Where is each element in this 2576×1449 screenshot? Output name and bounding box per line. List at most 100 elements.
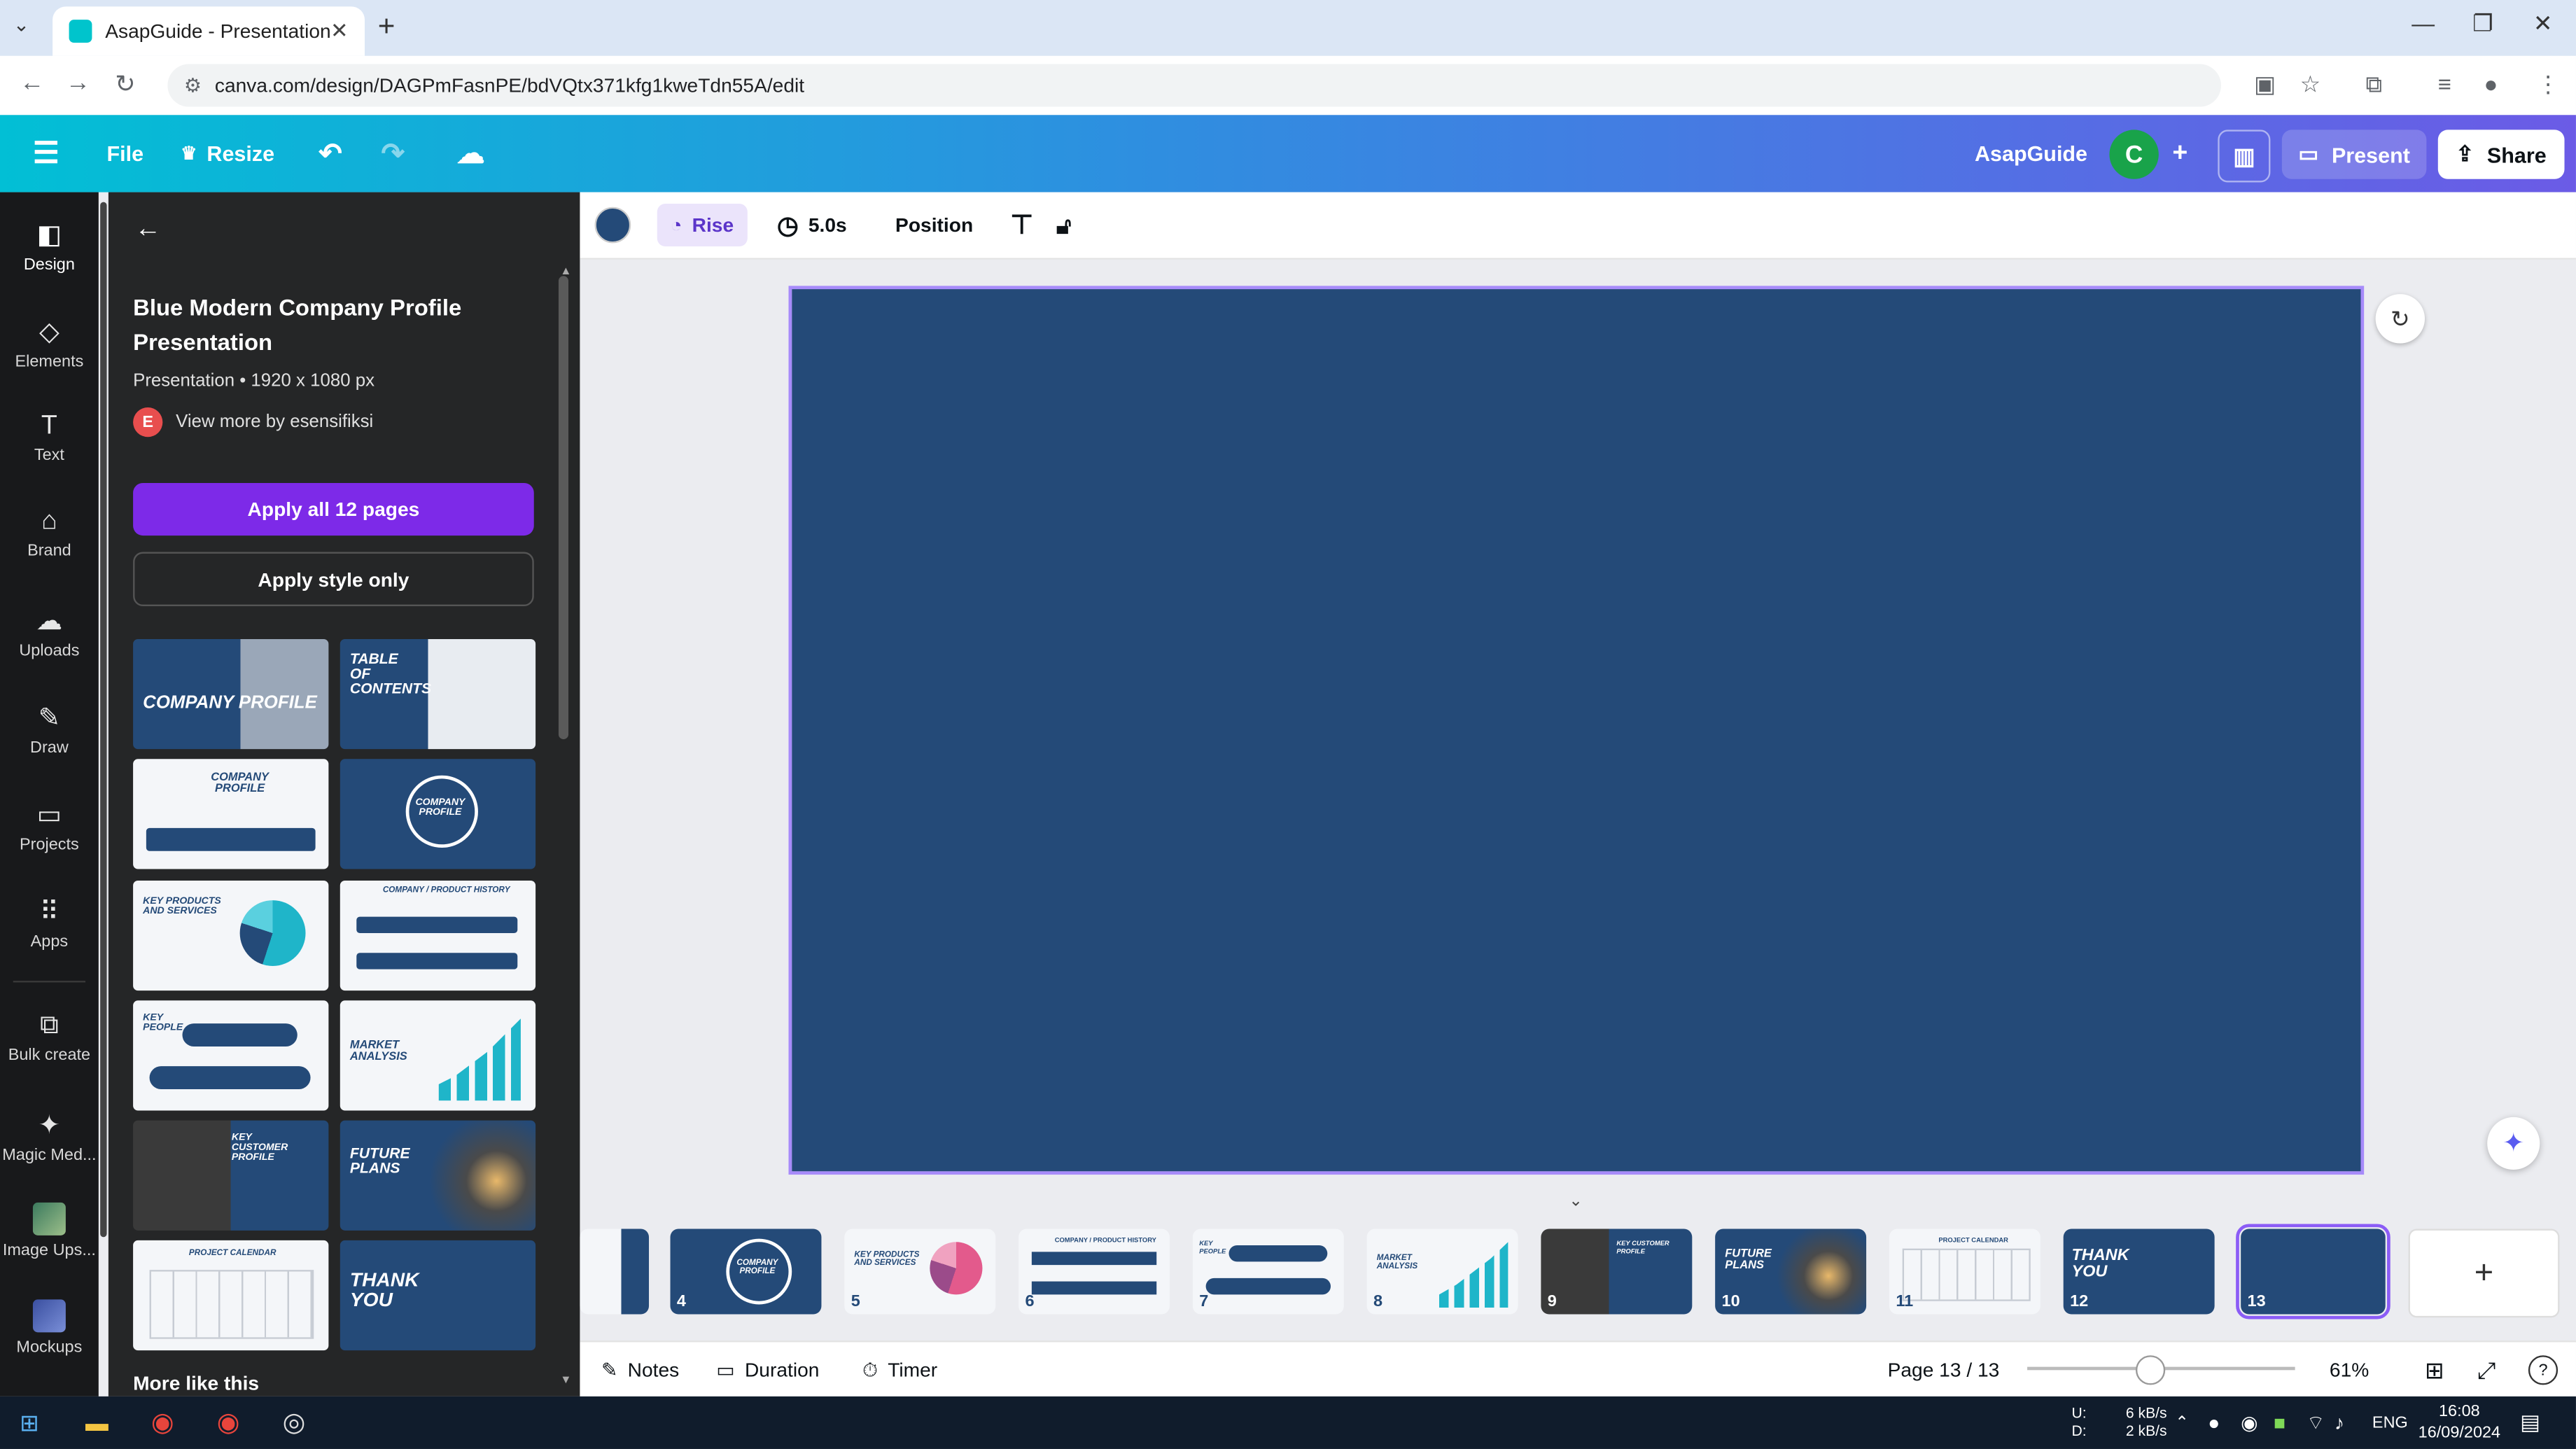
panel-scrollbar[interactable] (558, 276, 569, 740)
template-page-12[interactable]: THANK YOU (340, 1240, 536, 1351)
template-page-3[interactable]: COMPANY PROFILE (133, 759, 329, 869)
copy-style-icon[interactable]: ⊤ (1010, 192, 1033, 258)
page-thumb-11[interactable]: PROJECT CALENDAR 11 (1889, 1228, 2040, 1315)
tray-chevron-icon[interactable]: ⌃ (2175, 1396, 2189, 1449)
windows-start-icon[interactable]: ⊞ (20, 1396, 39, 1449)
timing-button[interactable]: ◷ 5.0s (777, 192, 847, 258)
nvidia-tray-icon[interactable]: ■ (2274, 1396, 2286, 1449)
main-menu-icon[interactable]: ☰ (33, 115, 59, 192)
page-thumb-12[interactable]: THANK YOU 12 (2063, 1228, 2215, 1315)
chrome-active-icon[interactable]: ◉ (217, 1396, 240, 1449)
template-page-8[interactable]: MARKET ANALYSIS (340, 1000, 536, 1111)
browser-tab[interactable]: AsapGuide - Presentation ✕ (52, 6, 365, 56)
page-thumb-10[interactable]: FUTURE PLANS 10 (1715, 1228, 1867, 1315)
profile-icon[interactable]: ● (2484, 71, 2498, 97)
animation-button[interactable]: ◔ Rise (657, 192, 747, 258)
recorder-app-icon[interactable]: ◎ (283, 1396, 306, 1449)
template-page-4[interactable]: COMPANY PROFILE (340, 759, 536, 869)
language-indicator[interactable]: ENG (2372, 1396, 2408, 1449)
slide-canvas[interactable] (788, 286, 2365, 1175)
lock-icon[interactable]: 🔓︎ (1056, 192, 1071, 258)
nav-text[interactable]: T Text (0, 412, 99, 465)
restore-icon[interactable]: ❐ (2472, 10, 2493, 38)
page-thumb-7[interactable]: KEY PEOPLE 7 (1192, 1228, 1344, 1315)
nav-brand[interactable]: ⌂ Brand (0, 507, 99, 560)
share-button[interactable]: ⇪ Share (2437, 130, 2565, 179)
page-thumb-3[interactable] (580, 1228, 650, 1315)
duration-button[interactable]: ▭ Duration (716, 1342, 819, 1398)
window-close-icon[interactable]: ✕ (2533, 10, 2553, 38)
help-button[interactable]: ? (2528, 1342, 2558, 1398)
install-app-icon[interactable]: ▣ (2254, 71, 2276, 99)
invite-plus-icon[interactable]: + (2159, 130, 2202, 178)
scroll-down-icon[interactable]: ▼ (560, 1375, 571, 1386)
volume-icon[interactable]: ♪ (2334, 1396, 2344, 1449)
cloud-save-icon[interactable]: ☁ (456, 115, 484, 192)
nav-image-upscaler[interactable]: Image Ups... (0, 1202, 99, 1260)
zoom-slider-handle[interactable] (2135, 1355, 2166, 1385)
new-tab-plus-icon[interactable]: + (378, 10, 396, 44)
nav-bulk-create[interactable]: ⧉ Bulk create (0, 1012, 99, 1065)
background-color-button[interactable] (594, 192, 631, 258)
extensions-icon[interactable]: ⧉ (2366, 71, 2382, 99)
template-page-9[interactable]: KEY CUSTOMER PROFILE (133, 1120, 329, 1231)
back-arrow-icon[interactable]: ← (134, 215, 161, 244)
page-thumb-6[interactable]: COMPANY / PRODUCT HISTORY 6 (1018, 1228, 1170, 1315)
nav-draw[interactable]: ✎ Draw (0, 701, 99, 757)
team-name[interactable]: AsapGuide (1975, 115, 2087, 192)
template-page-6[interactable]: COMPANY / PRODUCT HISTORY (340, 880, 536, 991)
resize-button[interactable]: ♛ Resize (181, 115, 274, 192)
record-tray-icon[interactable]: ◉ (2241, 1396, 2258, 1449)
nav-mockups[interactable]: Mockups (0, 1299, 99, 1357)
apply-style-only-button[interactable]: Apply style only (133, 552, 534, 607)
nav-projects[interactable]: ▭ Projects (0, 799, 99, 854)
user-avatar[interactable]: C (2109, 130, 2159, 179)
author-link[interactable]: E View more by esensifiksi (133, 407, 373, 438)
file-menu-button[interactable]: File (107, 115, 144, 192)
file-explorer-icon[interactable]: ▬ (85, 1396, 108, 1449)
nav-design[interactable]: ◧ Design (0, 218, 99, 274)
regenerate-icon[interactable]: ↻ (2375, 294, 2426, 344)
add-page-button[interactable]: + (2408, 1228, 2560, 1318)
apply-all-pages-button[interactable]: Apply all 12 pages (133, 482, 534, 536)
template-page-2[interactable]: TABLE OF CONTENTS (340, 638, 536, 750)
reload-icon[interactable]: ↻ (115, 69, 136, 99)
bookmark-star-icon[interactable]: ☆ (2300, 71, 2320, 99)
filmstrip-toggle-icon[interactable]: ⌄ (1569, 1193, 1583, 1211)
timer-button[interactable]: ⏱ Timer (862, 1342, 937, 1398)
template-page-5[interactable]: KEY PRODUCTS AND SERVICES (133, 880, 329, 991)
page-thumb-13[interactable]: 13 (2236, 1224, 2390, 1320)
forward-arrow-icon[interactable]: → (66, 69, 90, 97)
position-button[interactable]: Position (895, 192, 973, 258)
redo-icon[interactable]: ↷ (381, 115, 404, 192)
insights-chart-icon[interactable]: ▥ (2218, 130, 2271, 183)
page-thumb-8[interactable]: MARKET ANALYSIS 8 (1366, 1228, 1518, 1315)
wifi-icon[interactable]: ⌔ (2306, 1396, 2325, 1449)
template-page-10[interactable]: FUTURE PLANS (340, 1120, 536, 1231)
template-page-11[interactable]: PROJECT CALENDAR (133, 1240, 329, 1351)
magic-assistant-icon[interactable]: ✦ (2487, 1116, 2540, 1170)
grid-view-icon[interactable]: ⊞ (2425, 1342, 2444, 1398)
scroll-up-icon[interactable]: ▲ (560, 266, 571, 277)
nav-uploads[interactable]: ☁ Uploads (0, 605, 99, 660)
browser-menu-icon[interactable]: ⋮ (2537, 71, 2560, 99)
minimize-icon[interactable]: — (2412, 10, 2435, 36)
zoom-level[interactable]: 61% (2330, 1342, 2369, 1398)
tab-search-chevron-icon[interactable]: ⌄ (13, 13, 30, 36)
present-button[interactable]: ▭ Present (2281, 130, 2427, 179)
notes-button[interactable]: ✎ Notes (601, 1342, 679, 1398)
url-field[interactable]: ⚙ canva.com/design/DAGPmFasnPE/bdVQtx371… (167, 64, 2222, 107)
page-thumb-5[interactable]: KEY PRODUCTS AND SERVICES 5 (844, 1228, 996, 1315)
page-thumb-9[interactable]: KEY CUSTOMER PROFILE 9 (1541, 1228, 1693, 1315)
nav-elements[interactable]: ◇ Elements (0, 316, 99, 371)
microphone-icon[interactable]: ● (2208, 1396, 2220, 1449)
site-info-icon[interactable]: ⚙ (184, 74, 202, 97)
fullscreen-icon[interactable]: ⤢ (2477, 1342, 2496, 1398)
nav-apps[interactable]: ⠿ Apps (0, 895, 99, 951)
tab-close-icon[interactable]: ✕ (330, 18, 349, 45)
nav-scrollbar[interactable] (100, 202, 107, 1238)
template-page-7[interactable]: KEY PEOPLE (133, 1000, 329, 1111)
page-indicator[interactable]: Page 13 / 13 (1888, 1342, 2000, 1398)
nav-magic-media[interactable]: ✦ Magic Med... (0, 1109, 99, 1165)
media-control-icon[interactable]: ≡ (2438, 71, 2451, 97)
